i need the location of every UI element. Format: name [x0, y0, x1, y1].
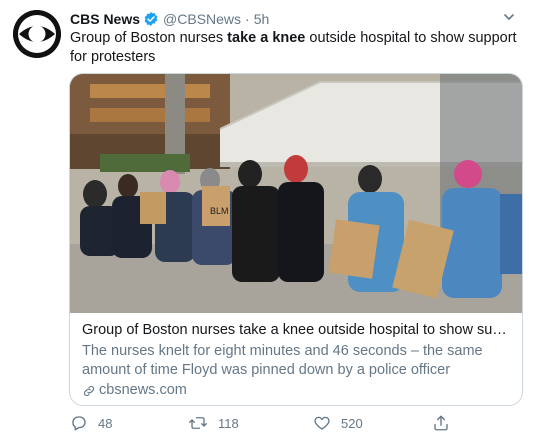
- display-name[interactable]: CBS News: [70, 10, 140, 28]
- retweet-button[interactable]: 118: [188, 414, 239, 432]
- card-domain: cbsnews.com: [99, 382, 187, 398]
- chevron-down-icon[interactable]: [502, 10, 516, 24]
- like-icon: [314, 416, 330, 430]
- card-photo[interactable]: BLM: [70, 74, 522, 313]
- like-button[interactable]: 520: [313, 414, 363, 432]
- separator: ·: [245, 11, 250, 27]
- tweet-text: Group of Boston nurses take a knee outsi…: [70, 29, 528, 67]
- reply-icon: [72, 416, 86, 431]
- link-card[interactable]: BLM Group of Boston nurses take a knee o…: [69, 73, 523, 406]
- retweet-icon: [189, 417, 207, 429]
- share-button[interactable]: [432, 414, 460, 432]
- like-count: 520: [341, 415, 363, 431]
- reply-button[interactable]: 48: [70, 414, 112, 432]
- tweet-text-bold: take a knee: [227, 30, 306, 46]
- card-title[interactable]: Group of Boston nurses take a knee outsi…: [82, 321, 512, 340]
- tweet-header: CBS News @CBSNews · 5h: [70, 10, 520, 28]
- card-link[interactable]: cbsnews.com: [82, 381, 512, 400]
- retweet-count: 118: [218, 415, 239, 431]
- link-icon: [83, 385, 95, 396]
- timestamp[interactable]: 5h: [254, 10, 270, 28]
- card-text: Group of Boston nurses take a knee outsi…: [82, 321, 512, 400]
- cbs-eye-logo: [13, 10, 61, 58]
- share-icon: [434, 415, 448, 431]
- tweet-actions: 48 118 520: [70, 414, 522, 434]
- card-description: The nurses knelt for eight minutes and 4…: [82, 343, 483, 378]
- reply-count: 48: [98, 415, 113, 431]
- photo-sign-blm: BLM: [210, 206, 229, 216]
- tweet-text-start: Group of Boston nurses: [70, 30, 228, 46]
- verified-badge-icon: [143, 11, 159, 27]
- avatar[interactable]: [13, 10, 61, 58]
- handle[interactable]: @CBSNews: [163, 10, 241, 28]
